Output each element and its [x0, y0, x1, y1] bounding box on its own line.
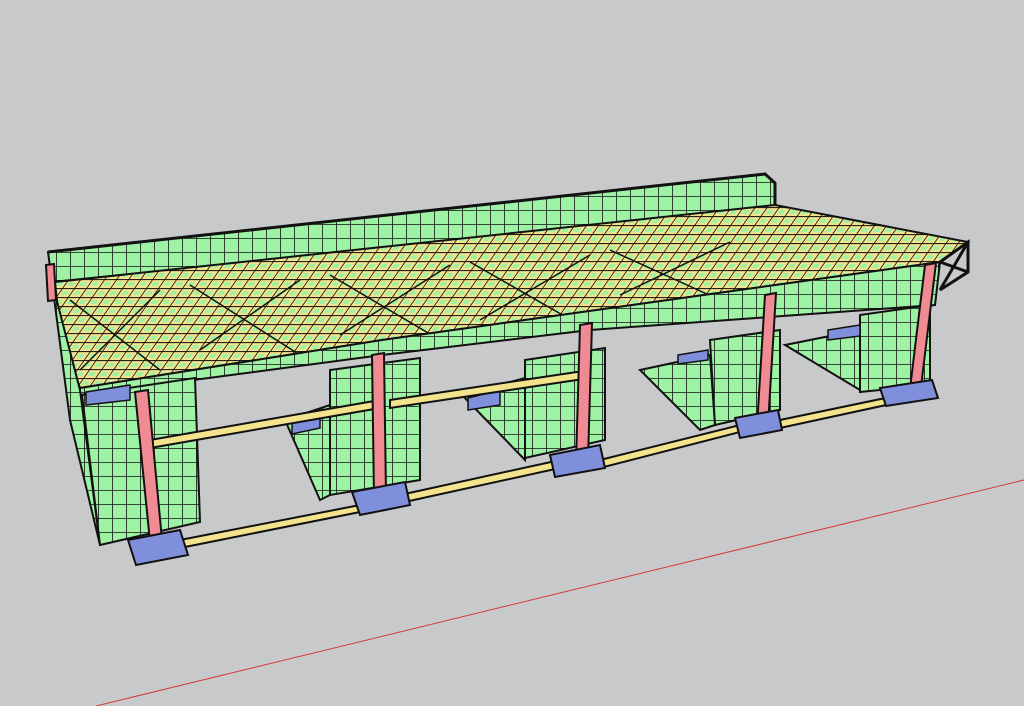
3d-model-viewport[interactable] — [0, 0, 1024, 706]
column-2 — [370, 351, 388, 499]
red-axis-line — [95, 479, 1024, 706]
model-canvas[interactable] — [0, 0, 1024, 706]
pier-block-2-front[interactable] — [524, 346, 606, 460]
pier-block-4[interactable] — [782, 328, 861, 392]
column-back-left — [44, 262, 58, 303]
pier-block-3[interactable] — [637, 353, 717, 432]
